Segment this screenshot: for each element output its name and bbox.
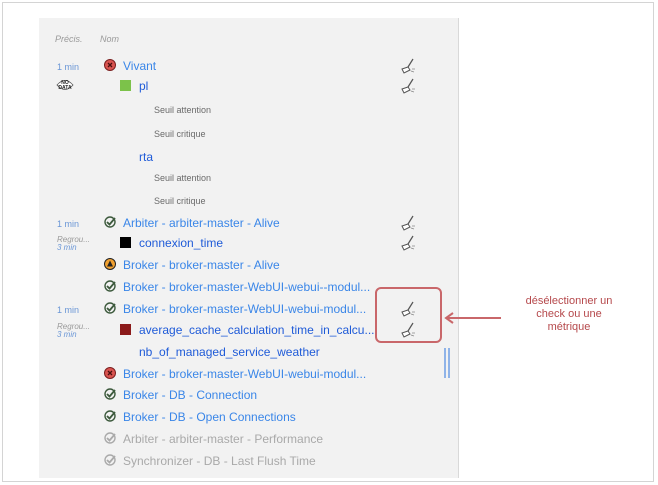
check-name-link[interactable]: Synchronizer - DB - Last Flush Time — [123, 454, 316, 468]
no-data-icon: NO DATA — [56, 80, 74, 91]
critical-status-icon — [104, 367, 116, 379]
check-name-link[interactable]: Vivant — [123, 59, 156, 73]
threshold-label: Seuil critique — [154, 129, 206, 139]
broom-icon[interactable] — [399, 214, 417, 232]
ok-status-check-icon — [104, 280, 116, 292]
metric-name-link[interactable]: nb_of_managed_service_weather — [139, 345, 320, 359]
precision-label: 1 min — [57, 62, 80, 72]
arrow-left-icon — [444, 312, 501, 324]
broom-icon[interactable] — [399, 234, 417, 252]
broom-icon[interactable] — [399, 57, 417, 75]
highlight-box — [375, 287, 442, 343]
check-name-link[interactable]: Broker - DB - Open Connections — [123, 410, 296, 424]
annotation-line: métrique — [547, 321, 591, 333]
list-item-metric[interactable]: NO DATA pl — [39, 76, 458, 96]
metric-color-swatch — [120, 80, 131, 91]
ok-status-check-icon — [104, 302, 116, 314]
column-header-name: Nom — [100, 34, 120, 44]
threshold-label: Seuil attention — [154, 105, 212, 115]
warning-status-icon — [104, 258, 116, 270]
column-header-precision: Précis. — [55, 34, 83, 44]
list-item-check[interactable]: Synchronizer - DB - Last Flush Time — [39, 451, 458, 471]
threshold-label: Seuil critique — [154, 196, 206, 206]
precision-label: 1 min — [57, 305, 80, 315]
ok-status-check-icon — [104, 388, 116, 400]
precision-label: 3 min — [57, 243, 77, 252]
list-item-check[interactable]: Broker - broker-master - Alive — [39, 255, 458, 275]
metric-name-link[interactable]: connexion_time — [139, 236, 223, 250]
check-name-link[interactable]: Broker - broker-master - Alive — [123, 258, 280, 272]
list-item-metric[interactable]: nb_of_managed_service_weather — [39, 342, 458, 362]
check-name-link[interactable]: Broker - broker-master-WebUI-webui-modul… — [123, 302, 366, 316]
ok-status-check-icon — [104, 454, 116, 466]
metric-name-link[interactable]: rta — [139, 150, 153, 164]
list-item-metric[interactable]: Regrou... 3 min connexion_time — [39, 233, 458, 253]
threshold-row: Seuil attention — [39, 102, 458, 122]
metric-name-link[interactable]: pl — [139, 79, 148, 93]
threshold-row: Seuil attention — [39, 170, 458, 190]
check-name-link[interactable]: Broker - DB - Connection — [123, 388, 257, 402]
list-item-check[interactable]: Broker - DB - Open Connections — [39, 407, 458, 427]
check-name-link[interactable]: Arbiter - arbiter-master - Performance — [123, 432, 323, 446]
list-item-check[interactable]: 1 min Vivant — [39, 56, 458, 76]
critical-status-icon — [104, 59, 116, 71]
annotation-text: désélectionner un check ou une métrique — [499, 295, 639, 334]
ok-status-check-icon — [104, 410, 116, 422]
threshold-row: Seuil critique — [39, 126, 458, 146]
threshold-label: Seuil attention — [154, 173, 212, 183]
list-item-check[interactable]: Arbiter - arbiter-master - Performance — [39, 429, 458, 449]
metric-color-swatch — [120, 324, 131, 335]
scrollbar-handle[interactable] — [444, 348, 450, 378]
broom-icon[interactable] — [399, 77, 417, 95]
check-name-link[interactable]: Broker - broker-master-WebUI-webui-modul… — [123, 367, 366, 381]
list-item-check[interactable]: 1 min Arbiter - arbiter-master - Alive — [39, 213, 458, 233]
svg-text:DATA: DATA — [58, 85, 72, 91]
screenshot-frame: Précis. Nom 1 min Vivant NO DATA pl Seui… — [2, 2, 654, 482]
precision-label: 1 min — [57, 219, 80, 229]
annotation-line: check ou une — [536, 308, 602, 320]
metric-name-link[interactable]: average_cache_calculation_time_in_calcu.… — [139, 323, 374, 337]
metric-color-swatch — [120, 237, 131, 248]
ok-status-check-icon — [104, 432, 116, 444]
monitoring-list-panel: Précis. Nom 1 min Vivant NO DATA pl Seui… — [39, 18, 459, 478]
list-item-check[interactable]: Broker - broker-master-WebUI-webui-modul… — [39, 364, 458, 384]
threshold-row: Seuil critique — [39, 193, 458, 213]
check-name-link[interactable]: Broker - broker-master-WebUI-webui--modu… — [123, 280, 370, 294]
list-item-metric[interactable]: rta — [39, 147, 458, 167]
check-name-link[interactable]: Arbiter - arbiter-master - Alive — [123, 216, 280, 230]
ok-status-check-icon — [104, 216, 116, 228]
list-item-check[interactable]: Broker - DB - Connection — [39, 385, 458, 405]
precision-label: 3 min — [57, 330, 77, 339]
annotation-line: désélectionner un — [525, 295, 613, 307]
